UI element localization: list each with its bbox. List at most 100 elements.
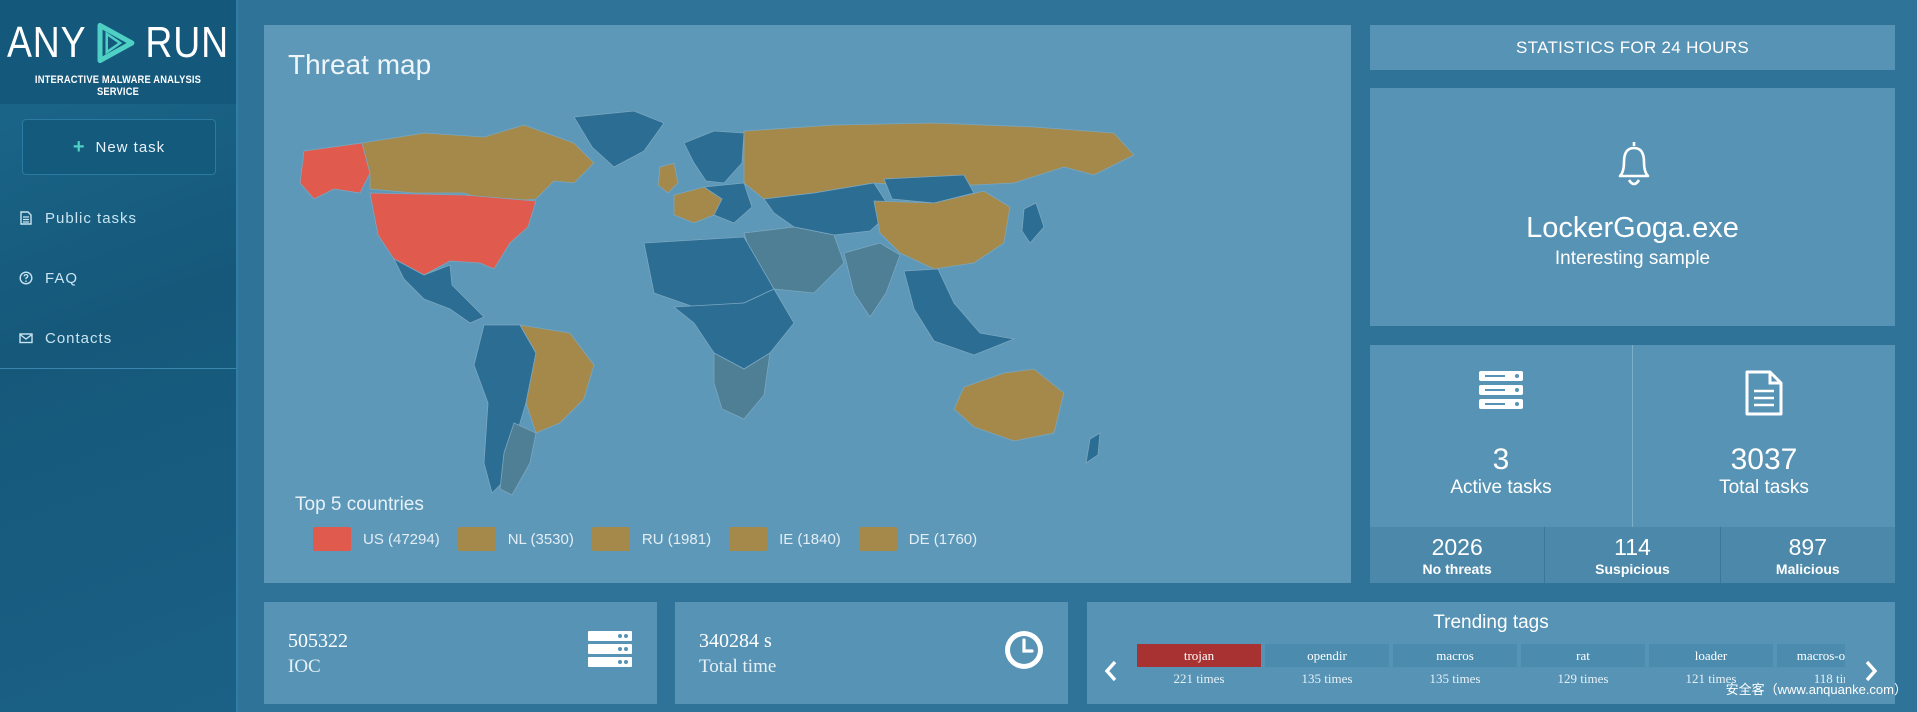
active-tasks-label: Active tasks [1450, 477, 1552, 498]
legend-label: US (47294) [363, 530, 440, 548]
tag-label: macros [1393, 644, 1517, 667]
suspicious-stat[interactable]: 114 Suspicious [1544, 527, 1719, 583]
region-india [843, 242, 901, 318]
server-icon [588, 631, 632, 667]
stats-header: STATISTICS FOR 24 HOURS [1370, 25, 1895, 70]
tasks-panel: 3 Active tasks 3037 Total tasks 2026 No … [1370, 345, 1895, 583]
legend-swatch [457, 527, 496, 551]
sidebar-item-label: FAQ [45, 269, 79, 287]
tag-count: 135 times [1301, 671, 1353, 686]
malicious-stat[interactable]: 897 Malicious [1719, 527, 1895, 583]
clock-icon [1005, 631, 1043, 669]
sample-name[interactable]: LockerGoga.exe [1370, 212, 1895, 245]
document-icon [20, 211, 32, 225]
tag-count: 135 times [1429, 671, 1481, 686]
malicious-label: Malicious [1775, 561, 1840, 577]
server-icon [1479, 371, 1523, 409]
legend-item-de: DE (1760) [858, 527, 978, 551]
legend-label: NL (3530) [507, 530, 574, 548]
new-task-button[interactable]: + New task [22, 119, 216, 175]
region-japan [1021, 202, 1045, 244]
total-time-label: Total time [699, 656, 777, 677]
region-brazil [519, 324, 595, 434]
sidebar-item-label: Contacts [45, 329, 113, 347]
interesting-sample-panel[interactable]: LockerGoga.exe Interesting sample [1370, 88, 1895, 326]
watermark: 安全客（www.anquanke.com） [1725, 682, 1907, 697]
ioc-value: 505322 [288, 630, 348, 652]
envelope-icon [19, 333, 33, 344]
legend-label: RU (1981) [641, 530, 712, 548]
tag-label: opendir [1265, 644, 1389, 667]
region-alaska [299, 142, 371, 200]
ioc-panel: 505322 IOC [264, 602, 657, 704]
tag-label: trojan [1137, 644, 1261, 667]
sidebar-nav: Public tasks FAQ Contacts [0, 188, 236, 368]
tag-trojan[interactable]: trojan 221 times [1137, 644, 1261, 687]
region-mexico [393, 258, 485, 324]
no-threats-stat[interactable]: 2026 No threats [1370, 527, 1544, 583]
sidebar-divider [0, 368, 236, 369]
legend-item-ru: RU (1981) [591, 527, 712, 551]
tag-count: 221 times [1173, 671, 1225, 686]
sidebar-item-label: Public tasks [45, 209, 138, 227]
logo-tagline: INTERACTIVE MALWARE ANALYSIS SERVICE [34, 74, 202, 98]
sidebar-item-contacts[interactable]: Contacts [0, 308, 236, 368]
sidebar-item-public-tasks[interactable]: Public tasks [0, 188, 236, 248]
chevron-left-icon[interactable] [1101, 656, 1121, 686]
ioc-label: IOC [288, 656, 321, 677]
legend-label: IE (1840) [779, 530, 841, 548]
total-tasks: 3037 Total tasks [1632, 345, 1895, 527]
no-threats-count: 2026 [1431, 534, 1483, 560]
new-task-label: New task [95, 138, 166, 156]
legend-item-nl: NL (3530) [457, 527, 574, 551]
file-text-icon [1745, 370, 1783, 416]
sidebar: ANY RUN INTERACTIVE MALWARE ANALYSIS SER… [0, 0, 238, 712]
plus-icon: + [72, 136, 86, 158]
legend-item-ie: IE (1840) [729, 527, 841, 551]
world-map[interactable] [274, 103, 1344, 523]
region-scandinavia [683, 130, 745, 184]
suspicious-count: 114 [1614, 534, 1651, 560]
logo-word-left: ANY [7, 18, 87, 67]
total-time-panel: 340284 s Total time [675, 602, 1068, 704]
sidebar-item-faq[interactable]: FAQ [0, 248, 236, 308]
region-canada [361, 124, 595, 204]
total-time-value: 340284 s [699, 630, 772, 652]
region-usa [369, 192, 537, 276]
tag-opendir[interactable]: opendir 135 times [1265, 644, 1389, 687]
bell-icon [1618, 142, 1650, 186]
no-threats-label: No threats [1422, 561, 1492, 577]
legend-swatch [591, 527, 630, 551]
tag-label: macros-on-open [1777, 644, 1845, 667]
legend-item-us: US (47294) [313, 527, 440, 551]
legend-label: DE (1760) [908, 530, 978, 548]
legend-title: Top 5 countries [295, 494, 424, 515]
tag-label: loader [1649, 644, 1773, 667]
region-new-zealand [1085, 432, 1101, 464]
tag-macros[interactable]: macros 135 times [1393, 644, 1517, 687]
sample-label: Interesting sample [1554, 248, 1711, 269]
logo-play-icon [97, 22, 135, 64]
active-tasks: 3 Active tasks [1370, 345, 1632, 527]
active-tasks-count: 3 [1492, 443, 1510, 476]
region-uk-ie [657, 162, 679, 194]
region-australia [953, 368, 1065, 442]
trending-tags-title: Trending tags [1433, 612, 1549, 633]
region-se-asia [903, 268, 1016, 356]
question-circle-icon [19, 271, 33, 285]
logo-word-right: RUN [145, 18, 229, 67]
tag-label: rat [1521, 644, 1645, 667]
legend-swatch [858, 527, 897, 551]
threat-map-title: Threat map [288, 49, 432, 80]
logo[interactable]: ANY RUN INTERACTIVE MALWARE ANALYSIS SER… [0, 0, 236, 104]
suspicious-label: Suspicious [1595, 561, 1670, 577]
malicious-count: 897 [1788, 534, 1827, 560]
legend-swatch [729, 527, 768, 551]
total-tasks-count: 3037 [1730, 443, 1798, 476]
tag-rat[interactable]: rat 129 times [1521, 644, 1645, 687]
legend-swatch [313, 527, 351, 551]
total-tasks-label: Total tasks [1719, 477, 1809, 498]
tag-count: 129 times [1557, 671, 1609, 686]
legend: US (47294) NL (3530) RU (1981) IE (1840)… [313, 527, 977, 551]
threat-map-panel: Threat map Top 5 countries US (47294) NL… [264, 25, 1351, 583]
